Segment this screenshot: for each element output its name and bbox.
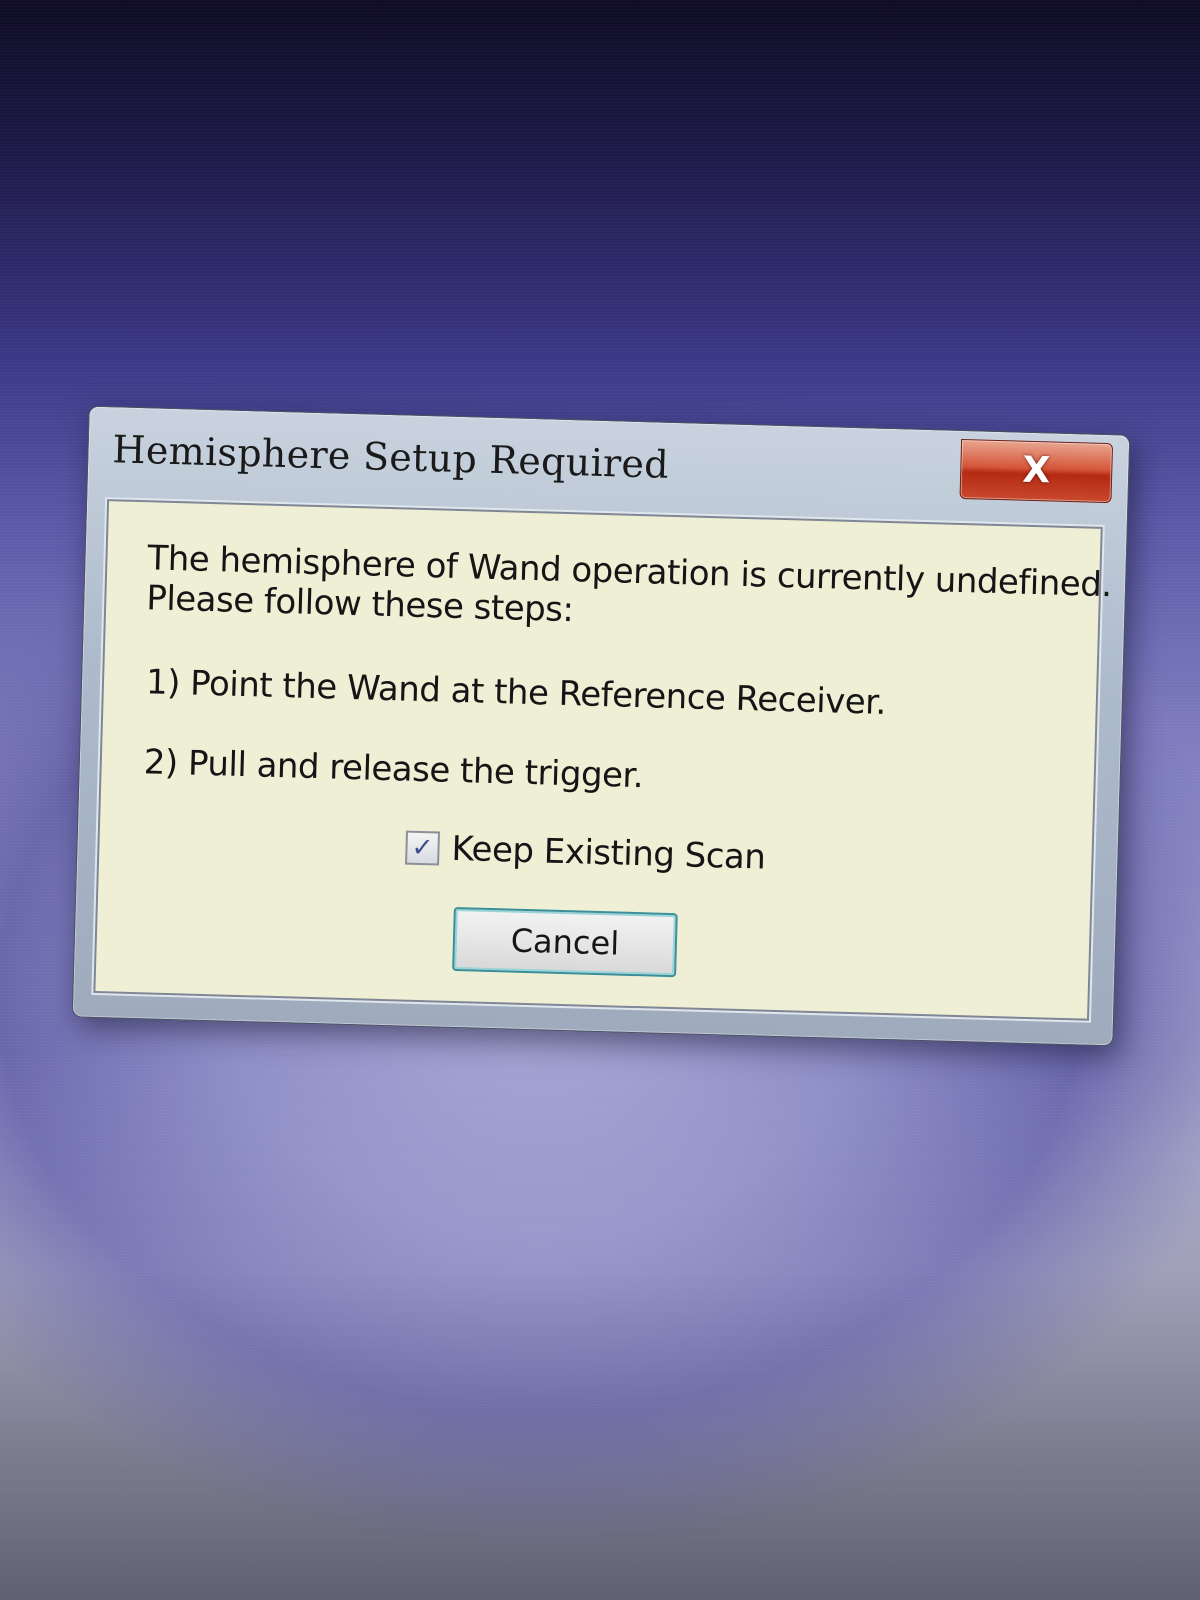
hemisphere-setup-dialog: Hemisphere Setup Required X The hemisphe… xyxy=(71,405,1131,1047)
keep-existing-scan-checkbox[interactable]: ✓ xyxy=(405,830,440,866)
step-1-text: 1) Point the Wand at the Reference Recei… xyxy=(145,662,887,723)
keep-existing-scan-checkbox-row[interactable]: ✓ Keep Existing Scan xyxy=(405,828,766,878)
message-text: The hemisphere of Wand operation is curr… xyxy=(146,538,1112,645)
screen-glare xyxy=(0,1050,1200,1600)
dialog-title: Hemisphere Setup Required xyxy=(111,427,670,487)
dialog-content: The hemisphere of Wand operation is curr… xyxy=(93,499,1112,1021)
cancel-button[interactable]: Cancel xyxy=(452,906,678,978)
close-icon: X xyxy=(1021,449,1051,492)
keep-existing-scan-label[interactable]: Keep Existing Scan xyxy=(451,829,766,878)
close-button[interactable]: X xyxy=(959,438,1114,504)
checkmark-icon: ✓ xyxy=(411,832,434,864)
step-2-text: 2) Pull and release the trigger. xyxy=(143,742,644,797)
